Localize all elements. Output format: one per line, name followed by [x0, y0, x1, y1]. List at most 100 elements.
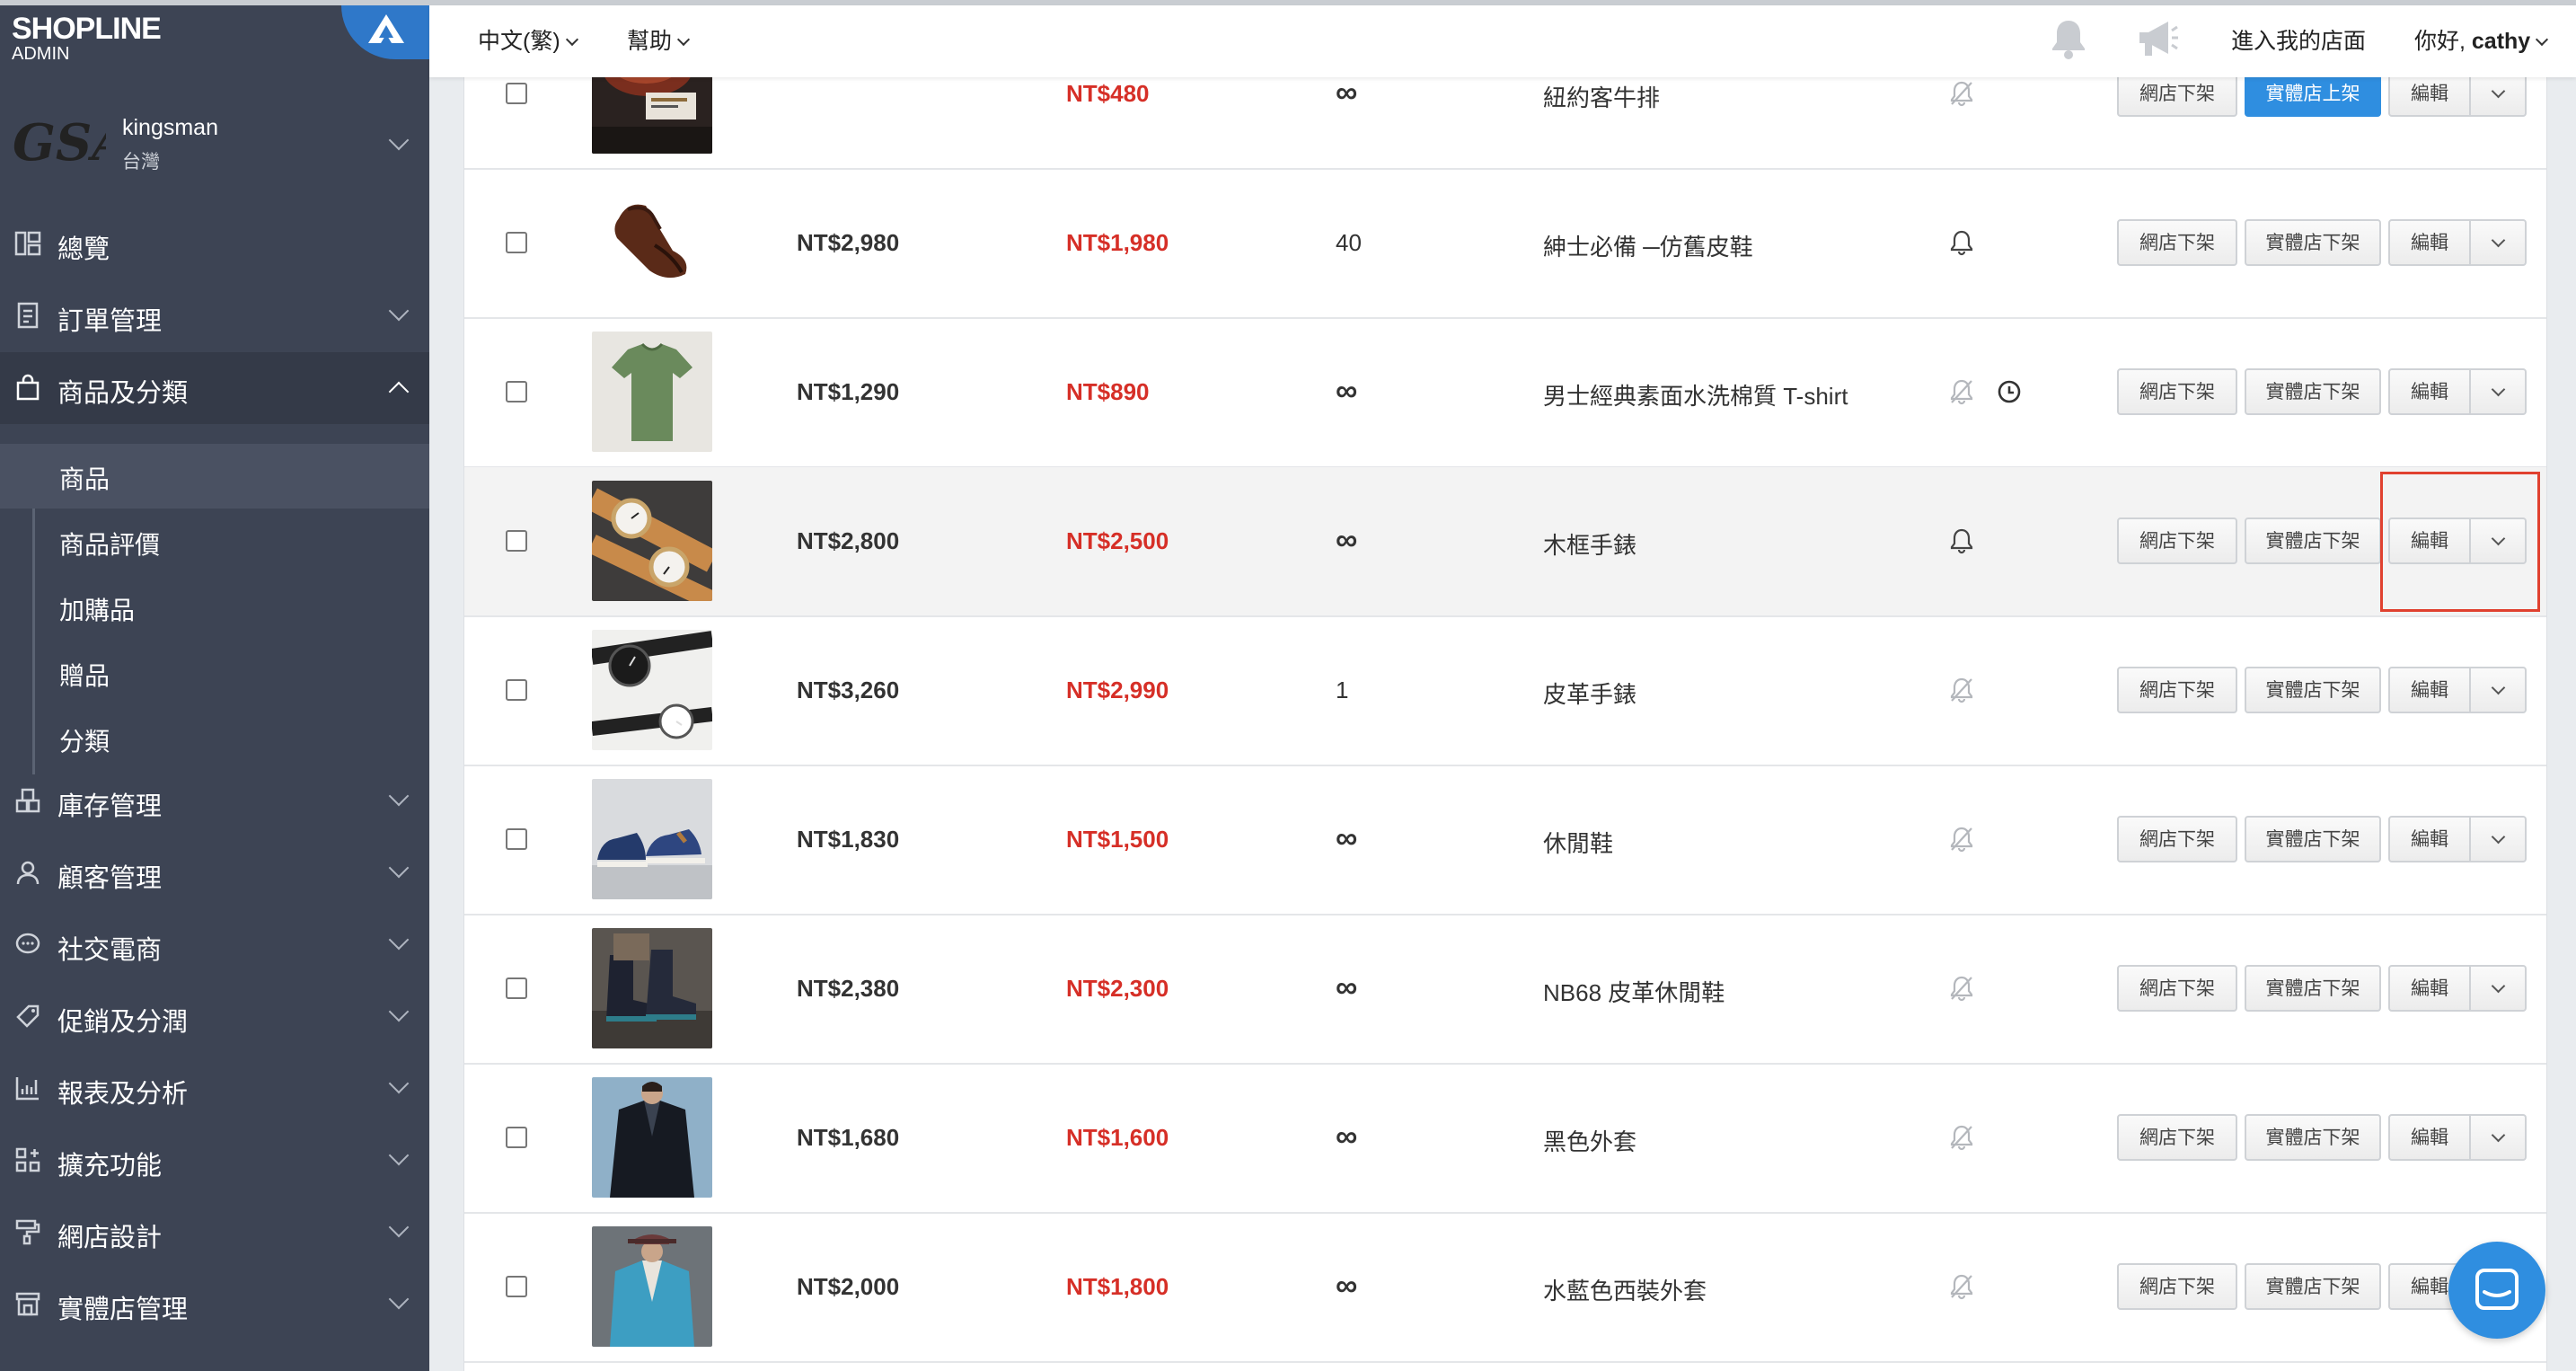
shopline-logo[interactable]: SHOPLINE ADMIN [12, 13, 162, 63]
sidebar-item-8[interactable]: 擴充功能 [0, 1125, 429, 1197]
bell-off-icon[interactable] [1948, 975, 1975, 1002]
edit-button[interactable]: 編輯 [2388, 1114, 2471, 1161]
sidebar-item-5[interactable]: 社交電商 [0, 909, 429, 981]
edit-button[interactable]: 編輯 [2388, 667, 2471, 713]
table-row: NT$2,800 NT$2,500 ∞ 木框手錶 網店下架 實體店下架 編輯 [464, 467, 2546, 617]
submenu-item-1[interactable]: 商品評價 [0, 509, 429, 574]
language-dropdown[interactable]: 中文(繁) [478, 23, 578, 56]
unpublish-online-button[interactable]: 網店下架 [2117, 816, 2237, 862]
store-switcher[interactable]: GSA kingsman 台灣 [0, 93, 429, 192]
product-name[interactable]: 休閒鞋 [1543, 826, 1613, 859]
product-thumbnail[interactable] [592, 332, 712, 452]
product-thumbnail[interactable] [592, 1077, 712, 1198]
row-select-checkbox[interactable] [506, 232, 527, 253]
sidebar-item-0[interactable]: 總覽 [0, 208, 429, 280]
sidebar-item-10[interactable]: 實體店管理 [0, 1269, 429, 1340]
product-name[interactable]: 紐約客牛排 [1543, 80, 1660, 113]
sidebar-item-label: 庫存管理 [57, 792, 163, 821]
unpublish-retail-button[interactable]: 實體店下架 [2245, 965, 2381, 1012]
more-actions-dropdown[interactable] [2471, 1114, 2527, 1161]
clock-icon[interactable] [1997, 379, 2022, 404]
submenu-item-0[interactable]: 商品 [0, 444, 429, 509]
unpublish-retail-button[interactable]: 實體店下架 [2245, 1114, 2381, 1161]
announcement-megaphone-icon[interactable] [2136, 18, 2181, 64]
product-thumbnail[interactable] [592, 630, 712, 750]
table-row: NT$2,980 NT$1,980 40 紳士必備 ─仿舊皮鞋 網店下架 實體店下架 編輯 [464, 169, 2546, 319]
product-name[interactable]: NB68 皮革休閒鞋 [1543, 975, 1725, 1008]
product-name[interactable]: 黑色外套 [1543, 1124, 1636, 1157]
submenu-item-3[interactable]: 贈品 [0, 641, 429, 705]
bell-icon[interactable] [1948, 527, 1975, 554]
sidebar-item-label: 訂單管理 [57, 307, 163, 336]
chevron-down-icon [2491, 382, 2505, 397]
bell-off-icon[interactable] [1948, 677, 1975, 703]
product-thumbnail[interactable] [592, 928, 712, 1048]
unpublish-online-button[interactable]: 網店下架 [2117, 1263, 2237, 1310]
product-thumbnail[interactable] [592, 481, 712, 601]
sidebar-item-3[interactable]: 庫存管理 [0, 765, 429, 837]
help-dropdown[interactable]: 幫助 [627, 23, 691, 56]
sidebar-item-6[interactable]: 促銷及分潤 [0, 981, 429, 1053]
row-select-checkbox[interactable] [506, 828, 527, 850]
app-switcher-icon[interactable] [341, 5, 429, 59]
more-actions-dropdown[interactable] [2471, 667, 2527, 713]
submenu-item-label: 贈品 [59, 662, 110, 690]
bell-off-icon[interactable] [1948, 378, 1975, 405]
bell-off-icon[interactable] [1948, 1124, 1975, 1151]
unpublish-online-button[interactable]: 網店下架 [2117, 219, 2237, 266]
more-actions-dropdown[interactable] [2471, 219, 2527, 266]
more-actions-dropdown[interactable] [2471, 816, 2527, 862]
product-name[interactable]: 水藍色西裝外套 [1543, 1273, 1707, 1306]
edit-button[interactable]: 編輯 [2388, 219, 2471, 266]
product-thumbnail[interactable] [592, 1226, 712, 1347]
unpublish-retail-button[interactable]: 實體店下架 [2245, 517, 2381, 564]
unpublish-online-button[interactable]: 網店下架 [2117, 1114, 2237, 1161]
row-select-checkbox[interactable] [506, 1276, 527, 1297]
original-price: NT$2,380 [797, 975, 900, 1002]
more-actions-dropdown[interactable] [2471, 965, 2527, 1012]
edit-button[interactable]: 編輯 [2388, 368, 2471, 415]
product-name[interactable]: 紳士必備 ─仿舊皮鞋 [1543, 229, 1753, 262]
bell-icon[interactable] [1948, 229, 1975, 256]
row-select-checkbox[interactable] [506, 679, 527, 701]
unpublish-online-button[interactable]: 網店下架 [2117, 517, 2237, 564]
unpublish-online-button[interactable]: 網店下架 [2117, 667, 2237, 713]
visit-store-link[interactable]: 進入我的店面 [2231, 23, 2366, 56]
user-menu-dropdown[interactable]: 你好, cathy [2414, 23, 2549, 56]
sidebar-item-7[interactable]: 報表及分析 [0, 1053, 429, 1125]
product-name[interactable]: 木框手錶 [1543, 527, 1636, 561]
unpublish-retail-button[interactable]: 實體店下架 [2245, 667, 2381, 713]
unpublish-retail-button[interactable]: 實體店下架 [2245, 1263, 2381, 1310]
sidebar-item-4[interactable]: 顧客管理 [0, 837, 429, 909]
sidebar-item-9[interactable]: 網店設計 [0, 1197, 429, 1269]
sidebar-item-1[interactable]: 訂單管理 [0, 280, 429, 352]
chat-support-button[interactable] [2448, 1242, 2545, 1339]
more-actions-dropdown[interactable] [2471, 368, 2527, 415]
sidebar-item-label: 社交電商 [57, 936, 163, 965]
row-select-checkbox[interactable] [506, 83, 527, 104]
product-name[interactable]: 男士經典素面水洗棉質 T-shirt [1543, 378, 1848, 411]
row-select-checkbox[interactable] [506, 977, 527, 999]
row-select-checkbox[interactable] [506, 1127, 527, 1148]
product-thumbnail[interactable] [592, 182, 712, 303]
bell-off-icon[interactable] [1948, 1273, 1975, 1300]
unpublish-online-button[interactable]: 網店下架 [2117, 965, 2237, 1012]
submenu-item-4[interactable]: 分類 [0, 706, 429, 771]
submenu-item-2[interactable]: 加購品 [0, 575, 429, 640]
bell-off-icon[interactable] [1948, 826, 1975, 853]
unpublish-online-button[interactable]: 網店下架 [2117, 368, 2237, 415]
unpublish-retail-button[interactable]: 實體店下架 [2245, 219, 2381, 266]
sidebar-item-2[interactable]: 商品及分類 [0, 352, 429, 424]
bell-off-icon[interactable] [1948, 80, 1975, 107]
unpublish-retail-button[interactable]: 實體店下架 [2245, 816, 2381, 862]
row-select-checkbox[interactable] [506, 530, 527, 552]
chart-icon [14, 1075, 41, 1101]
edit-button[interactable]: 編輯 [2388, 965, 2471, 1012]
product-thumbnail[interactable] [592, 779, 712, 899]
chevron-down-icon [2491, 233, 2505, 248]
edit-button[interactable]: 編輯 [2388, 816, 2471, 862]
row-select-checkbox[interactable] [506, 381, 527, 402]
notification-bell-icon[interactable] [2050, 18, 2087, 64]
unpublish-retail-button[interactable]: 實體店下架 [2245, 368, 2381, 415]
product-name[interactable]: 皮革手錶 [1543, 677, 1636, 710]
